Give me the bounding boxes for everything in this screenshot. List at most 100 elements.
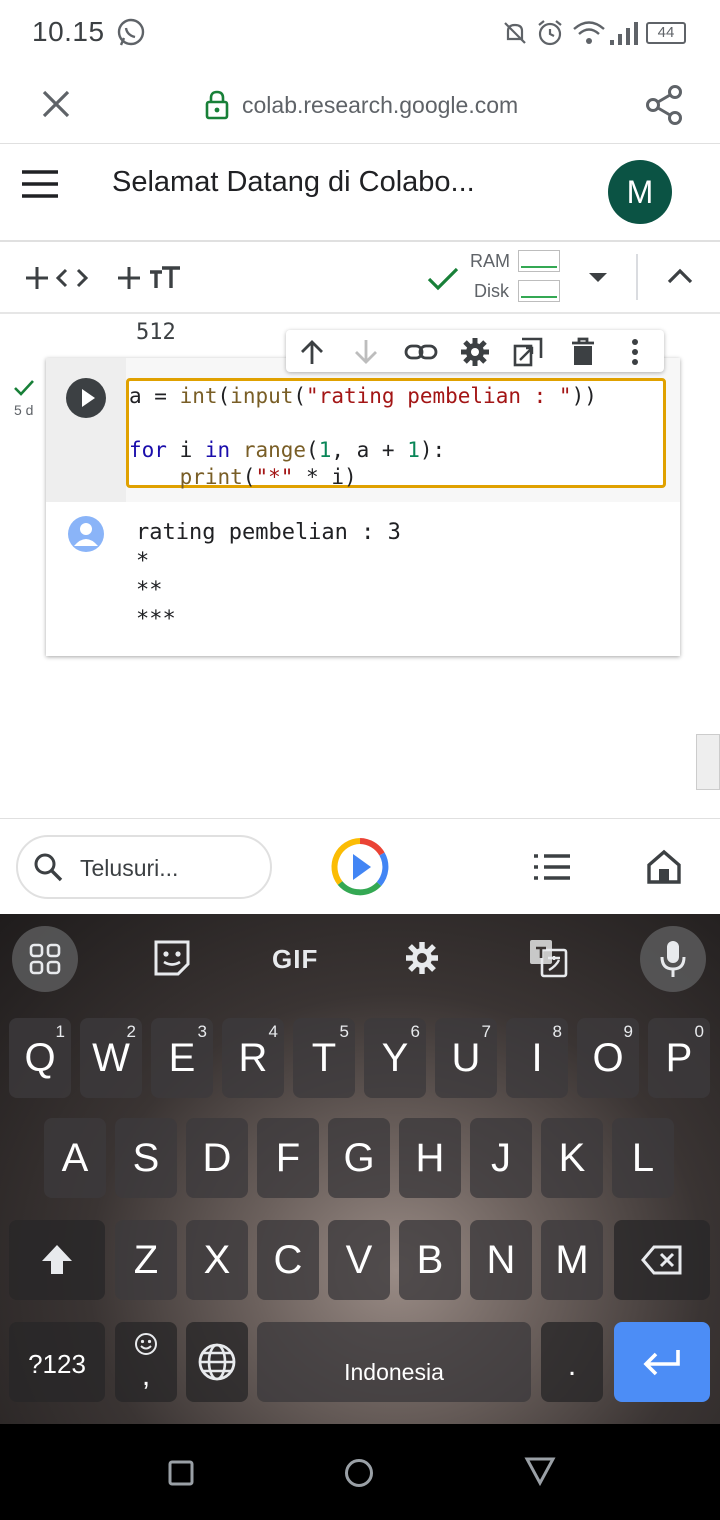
delete-icon[interactable] [570, 337, 596, 367]
scrollbar-handle[interactable] [696, 734, 720, 790]
keyboard-settings-icon[interactable] [404, 940, 440, 976]
link-icon[interactable] [404, 340, 438, 364]
move-down-icon[interactable] [352, 338, 380, 366]
apps-grid-button[interactable] [12, 926, 78, 992]
output-user-icon [68, 516, 104, 552]
more-vert-icon[interactable] [630, 338, 640, 366]
back-nav-icon[interactable] [524, 1456, 556, 1486]
disk-meter[interactable] [518, 280, 560, 302]
key-u[interactable]: 7U [435, 1018, 497, 1098]
key-e[interactable]: 3E [151, 1018, 213, 1098]
search-icon [34, 853, 63, 882]
mirror-cell-icon[interactable] [512, 336, 544, 368]
run-cell-button[interactable] [66, 378, 106, 418]
key-t[interactable]: 5T [293, 1018, 355, 1098]
key-j[interactable]: J [470, 1118, 532, 1198]
key-label: J [491, 1136, 511, 1180]
key-label: N [486, 1238, 516, 1282]
lock-icon [205, 90, 229, 120]
key-label: V [345, 1238, 373, 1282]
google-search-box[interactable]: Telusuri... [16, 835, 272, 899]
browser-url-bar: colab.research.google.com [0, 66, 720, 144]
avatar[interactable]: M [608, 160, 672, 224]
list-icon[interactable] [532, 853, 572, 881]
key-d[interactable]: D [186, 1118, 248, 1198]
key-l[interactable]: L [612, 1118, 674, 1198]
home-nav-icon[interactable] [344, 1458, 374, 1488]
key-b[interactable]: B [399, 1220, 461, 1300]
chevron-down-icon[interactable] [586, 270, 610, 286]
key-q[interactable]: 1Q [9, 1018, 71, 1098]
key-v[interactable]: V [328, 1220, 390, 1300]
notebook-title[interactable]: Selamat Datang di Colabo... [112, 166, 475, 199]
key-z[interactable]: Z [115, 1220, 177, 1300]
code-cell[interactable]: a = int(input("rating pembelian : ")) fo… [46, 358, 680, 656]
backspace-key[interactable] [614, 1220, 710, 1300]
google-discover-icon[interactable] [330, 837, 390, 897]
whatsapp-icon [117, 18, 145, 46]
voice-input-button[interactable] [640, 926, 706, 992]
key-s[interactable]: S [115, 1118, 177, 1198]
key-label: Y [381, 1036, 409, 1080]
move-up-icon[interactable] [298, 338, 326, 366]
ram-meter[interactable] [518, 250, 560, 272]
recents-icon[interactable] [168, 1460, 194, 1486]
add-text-button[interactable] [114, 262, 184, 294]
enter-icon [643, 1350, 680, 1376]
add-code-button[interactable] [22, 262, 92, 294]
key-r[interactable]: 4R [222, 1018, 284, 1098]
space-key[interactable]: Indonesia [257, 1322, 531, 1402]
url-text[interactable]: colab.research.google.com [242, 92, 518, 119]
key-y[interactable]: 6Y [364, 1018, 426, 1098]
cell-success-icon [14, 380, 34, 396]
key-w[interactable]: 2W [80, 1018, 142, 1098]
code-line-4: print("*" * i) [179, 465, 357, 489]
settings-icon[interactable] [460, 337, 490, 367]
symbols-key[interactable]: ?123 [9, 1322, 105, 1402]
key-f[interactable]: F [257, 1118, 319, 1198]
key-g[interactable]: G [328, 1118, 390, 1198]
notebook-area: 512 5 d a = int(input("rating pembelian … [0, 314, 720, 818]
translate-icon[interactable] [528, 938, 568, 978]
status-bar: 10.15 44 [0, 0, 720, 66]
home-icon[interactable] [646, 849, 682, 885]
code-area[interactable]: a = int(input("rating pembelian : ")) fo… [126, 358, 680, 502]
key-n[interactable]: N [470, 1220, 532, 1300]
shift-key[interactable] [9, 1220, 105, 1300]
comma-key[interactable]: , [115, 1322, 177, 1402]
key-label: S [132, 1136, 160, 1180]
sticker-icon[interactable] [152, 938, 192, 978]
enter-key[interactable] [614, 1322, 710, 1402]
key-h[interactable]: H [399, 1118, 461, 1198]
language-key[interactable] [186, 1322, 248, 1402]
key-k[interactable]: K [541, 1118, 603, 1198]
key-label: K [558, 1136, 586, 1180]
ram-label: RAM [470, 251, 510, 271]
key-c[interactable]: C [257, 1220, 319, 1300]
menu-icon[interactable] [20, 168, 60, 200]
key-label: X [203, 1238, 231, 1282]
key-i[interactable]: 8I [506, 1018, 568, 1098]
gif-button[interactable]: GIF [272, 944, 318, 975]
code-line-1: a = int(input("rating pembelian : ")) [129, 384, 597, 408]
key-label: M [555, 1238, 589, 1282]
key-label: ?123 [28, 1349, 86, 1379]
key-o[interactable]: 9O [577, 1018, 639, 1098]
collapse-up-icon[interactable] [666, 266, 694, 286]
key-m[interactable]: M [541, 1220, 603, 1300]
microphone-icon [660, 941, 686, 977]
share-icon[interactable] [644, 84, 684, 126]
close-icon[interactable] [40, 88, 72, 120]
key-x[interactable]: X [186, 1220, 248, 1300]
output-line: ** [136, 578, 163, 603]
key-a[interactable]: A [44, 1118, 106, 1198]
key-label: F [275, 1136, 301, 1180]
key-label: Z [133, 1238, 159, 1282]
status-time: 10.15 [32, 16, 105, 47]
period-key[interactable]: . [541, 1322, 603, 1402]
key-p[interactable]: 0P [648, 1018, 710, 1098]
shift-icon [42, 1245, 72, 1274]
code-editor[interactable]: a = int(input("rating pembelian : ")) fo… [126, 378, 666, 491]
key-label: Indonesia [344, 1359, 444, 1385]
code-text[interactable]: a = int(input("rating pembelian : ")) fo… [129, 383, 597, 491]
